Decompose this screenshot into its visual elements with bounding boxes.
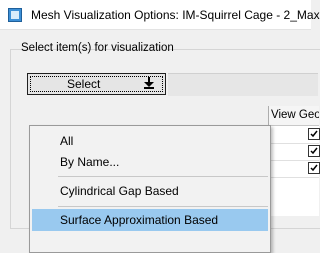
table-row[interactable] [269, 126, 320, 144]
checkmark-icon [310, 130, 318, 138]
arrow-down-to-line-icon [144, 77, 154, 89]
title-bar: Mesh Visualization Options: IM-Squirrel … [0, 0, 320, 30]
checkmark-icon [310, 147, 318, 155]
menu-item-all[interactable]: All [32, 130, 268, 152]
dialog-content: Select item(s) for visualization Select … [0, 30, 320, 253]
view-geom-checkbox[interactable] [308, 128, 320, 140]
select-dropdown-menu: All By Name... Cylindrical Gap Based Sur… [29, 125, 271, 253]
table-row[interactable] [269, 143, 320, 161]
view-geom-checkbox[interactable] [308, 162, 320, 174]
menu-separator [58, 206, 268, 207]
menu-separator [58, 176, 268, 177]
window-title: Mesh Visualization Options: IM-Squirrel … [31, 8, 320, 22]
menu-item-cylindrical-gap-based[interactable]: Cylindrical Gap Based [32, 180, 268, 202]
menu-item-surface-approximation-based[interactable]: Surface Approximation Based [32, 209, 268, 231]
toolbar-strip [168, 73, 318, 96]
select-button-label: Select [67, 77, 101, 91]
mesh-table: View Geom [268, 106, 320, 216]
checkmark-icon [310, 164, 318, 172]
view-geom-checkbox[interactable] [308, 145, 320, 157]
select-button[interactable]: Select [27, 73, 166, 95]
group-label: Select item(s) for visualization [21, 42, 174, 54]
table-row[interactable] [269, 160, 320, 178]
column-header-view-geom[interactable]: View Geom [269, 106, 319, 126]
menu-item-by-name[interactable]: By Name... [32, 151, 268, 173]
app-icon [8, 8, 22, 22]
